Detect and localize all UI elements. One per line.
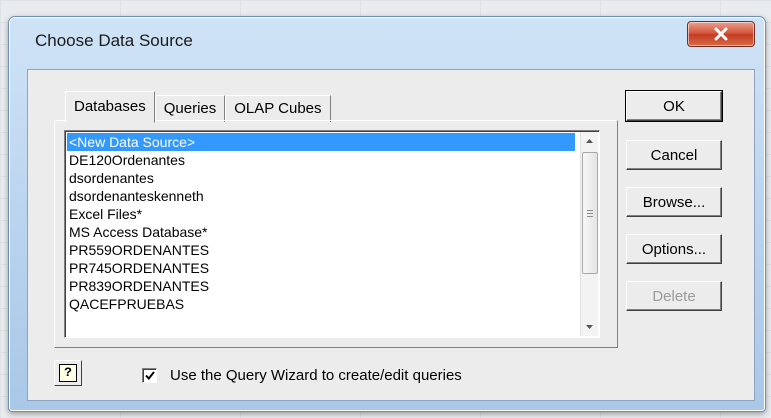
data-source-items: <New Data Source> DE120Ordenantes dsorde… <box>67 133 575 313</box>
list-item[interactable]: Excel Files* <box>67 205 575 223</box>
help-button[interactable]: ? <box>54 360 82 386</box>
help-icon: ? <box>59 364 77 382</box>
choose-data-source-dialog: Choose Data Source Databases Queries OLA… <box>8 16 766 412</box>
list-item[interactable]: dsordenanteskenneth <box>67 187 575 205</box>
data-source-list[interactable]: <New Data Source> DE120Ordenantes dsorde… <box>64 130 600 338</box>
close-icon <box>714 27 728 41</box>
grip-icon <box>587 209 593 217</box>
close-button[interactable] <box>687 21 755 47</box>
query-wizard-label: Use the Query Wizard to create/edit quer… <box>170 367 462 384</box>
delete-button[interactable]: Delete <box>626 281 722 311</box>
list-scrollbar[interactable] <box>580 132 598 336</box>
dialog-title: Choose Data Source <box>35 31 193 50</box>
scroll-down-button[interactable] <box>581 318 598 336</box>
triangle-up-icon <box>586 139 593 143</box>
triangle-down-icon <box>586 325 593 329</box>
browse-button[interactable]: Browse... <box>626 187 722 217</box>
list-item[interactable]: dsordenantes <box>67 169 575 187</box>
list-item[interactable]: QACEFPRUEBAS <box>67 295 575 313</box>
list-item[interactable]: PR559ORDENANTES <box>67 241 575 259</box>
cancel-button[interactable]: Cancel <box>626 140 722 170</box>
tab-strip: Databases Queries OLAP Cubes <box>65 91 331 123</box>
scroll-thumb[interactable] <box>582 152 598 274</box>
query-wizard-checkbox[interactable] <box>142 368 157 383</box>
tab-databases[interactable]: Databases <box>65 91 155 123</box>
list-item-new-data-source[interactable]: <New Data Source> <box>67 133 575 151</box>
list-item[interactable]: PR839ORDENANTES <box>67 277 575 295</box>
tab-olap-cubes[interactable]: OLAP Cubes <box>225 95 331 122</box>
title-bar[interactable]: Choose Data Source <box>9 17 765 67</box>
tab-queries[interactable]: Queries <box>154 95 226 122</box>
list-item[interactable]: DE120Ordenantes <box>67 151 575 169</box>
scroll-up-button[interactable] <box>581 132 598 150</box>
dialog-body: Databases Queries OLAP Cubes <New Data S… <box>27 69 755 401</box>
list-item[interactable]: PR745ORDENANTES <box>67 259 575 277</box>
query-wizard-option[interactable]: Use the Query Wizard to create/edit quer… <box>142 367 462 384</box>
options-button[interactable]: Options... <box>626 234 722 264</box>
ok-button[interactable]: OK <box>625 90 723 122</box>
list-item[interactable]: MS Access Database* <box>67 223 575 241</box>
checkmark-icon <box>144 371 155 380</box>
